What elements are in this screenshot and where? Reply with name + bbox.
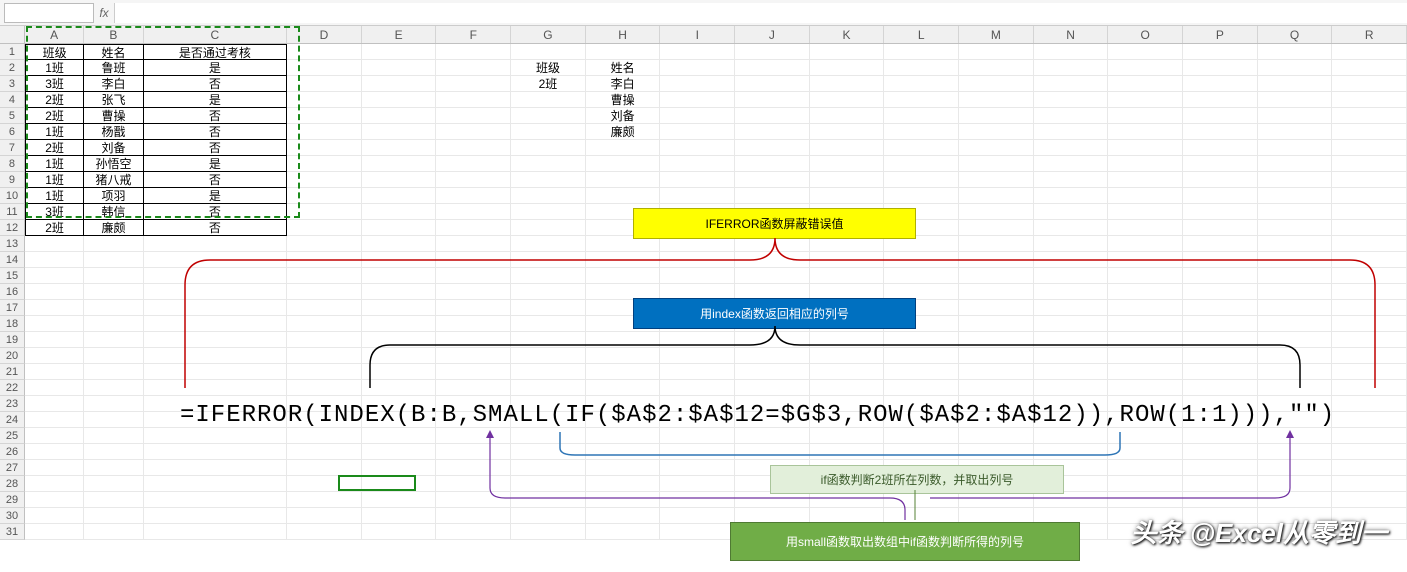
annotation-overlay: IFERROR函数屏蔽错误值 用index函数返回相应的列号 if函数判断2班所… bbox=[0, 0, 1407, 560]
bracket-svg bbox=[0, 0, 1407, 572]
watermark-text: 头条 @Excel从零到一 bbox=[1130, 513, 1387, 550]
